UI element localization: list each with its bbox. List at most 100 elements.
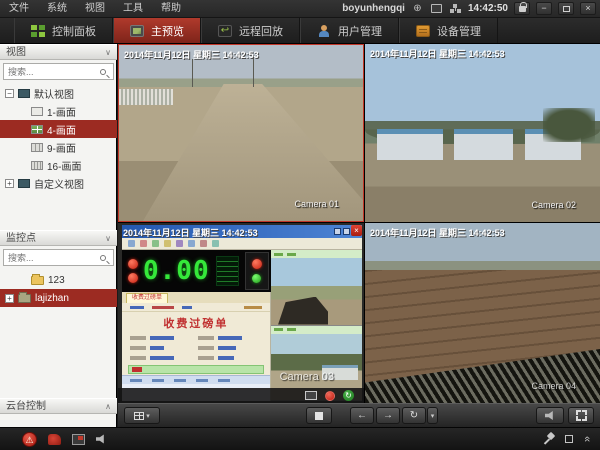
device-icon <box>416 25 430 37</box>
tree-item-16-screen[interactable]: 16-画面 <box>0 156 117 174</box>
stop-icon <box>315 412 323 420</box>
embedded-camera-top <box>271 250 362 326</box>
view-search[interactable] <box>3 63 114 80</box>
tab-control-panel[interactable]: 控制面板 <box>14 18 113 43</box>
record-icon[interactable] <box>325 391 335 401</box>
menubar: 文件 系统 视图 工具 帮助 boyunhengqi ⊕ 14:42:50 − … <box>0 0 600 18</box>
video-cell-camera01[interactable]: 2014年11月12日 星期三 14:42:53 Camera 01 <box>118 44 364 222</box>
camera-search-input[interactable] <box>4 253 100 263</box>
close-button[interactable]: × <box>580 2 596 15</box>
traffic-red-light <box>252 259 262 269</box>
expand-toggle[interactable]: + <box>5 294 14 303</box>
folder-icon <box>31 276 44 285</box>
cell-hover-toolbar: ↻ <box>118 388 364 403</box>
alarm-warning-icon[interactable]: ⚠ <box>22 432 37 447</box>
chevron-up-icon: ∧ <box>105 399 111 413</box>
menu-system[interactable]: 系统 <box>38 0 76 18</box>
screen-status-icon[interactable] <box>430 3 443 15</box>
panel-title: 云台控制 <box>6 399 46 413</box>
menu-file[interactable]: 文件 <box>0 0 38 18</box>
panel-title: 视图 <box>6 45 26 59</box>
auto-switch-caret[interactable]: ▾ <box>427 407 438 424</box>
next-page-button[interactable]: → <box>376 407 400 424</box>
restore-button[interactable] <box>558 2 574 15</box>
close-video-icon[interactable]: × <box>351 225 362 236</box>
menu-view[interactable]: 视图 <box>76 0 114 18</box>
pin-icon[interactable] <box>544 433 554 445</box>
tabbar: 控制面板 主预览 ↩ 远程回放 用户管理 设备管理 <box>0 18 600 44</box>
playback-icon: ↩ <box>218 25 232 37</box>
view-panel-header[interactable]: 视图 ∨ <box>0 44 117 60</box>
main-preview-icon <box>130 25 144 37</box>
video-cell-camera04[interactable]: 2014年11月12日 星期三 14:42:53 Camera 04 <box>365 223 600 403</box>
status-row <box>128 365 264 374</box>
ptz-panel-header[interactable]: 云台控制 ∧ <box>0 398 117 414</box>
collapse-toggle[interactable]: − <box>5 89 14 98</box>
traffic-green-light <box>252 274 261 283</box>
tab-label: 控制面板 <box>52 23 96 39</box>
expand-toggle[interactable]: + <box>5 179 14 188</box>
fullscreen-button[interactable] <box>568 407 594 424</box>
previous-page-button[interactable]: ← <box>350 407 374 424</box>
tree-label: 123 <box>48 275 65 286</box>
view-search-input[interactable] <box>4 67 100 77</box>
led-info-panel <box>216 256 239 286</box>
video-cell-camera02[interactable]: 2014年11月12日 星期三 14:42:53 Camera 02 <box>365 44 600 222</box>
tab-main-preview[interactable]: 主预览 <box>113 18 201 43</box>
search-icon[interactable] <box>100 255 106 261</box>
weight-value: 0.00 <box>143 252 210 290</box>
fullscreen-icon <box>576 410 587 421</box>
traffic-light <box>245 252 269 290</box>
tab-remote-playback[interactable]: ↩ 远程回放 <box>201 18 300 43</box>
tab-label: 远程回放 <box>239 23 283 39</box>
video-cell-camera03[interactable]: 0.00 收费过磅单 <box>118 223 364 403</box>
field-scene <box>365 223 600 403</box>
lock-button[interactable] <box>514 2 530 15</box>
folder-icon <box>18 294 31 303</box>
caret-down-icon: ▾ <box>146 412 150 420</box>
screen-layout-button[interactable]: ▾ <box>124 407 160 424</box>
tab-user-management[interactable]: 用户管理 <box>300 18 399 43</box>
system-clock: 14:42:50 <box>468 3 508 14</box>
tree-item-4-screen-selected[interactable]: 4-画面 <box>0 120 117 138</box>
tree-item-default-view[interactable]: − 默认视图 <box>0 84 117 102</box>
layout-9-icon <box>31 143 43 152</box>
minimize-button[interactable]: − <box>536 2 552 15</box>
tv-wall-icon[interactable] <box>72 434 85 445</box>
speaker-icon <box>545 411 555 421</box>
form-tab: 收费过磅单 <box>126 293 168 303</box>
auto-switch-button[interactable]: ↻ <box>402 407 426 424</box>
tree-item-9-screen[interactable]: 9-画面 <box>0 138 117 156</box>
alarm-event-icon[interactable] <box>48 434 61 445</box>
capture-icon[interactable] <box>305 391 317 400</box>
stop-all-button[interactable] <box>306 407 332 424</box>
camera-name-overlay: Camera 01 <box>294 199 339 209</box>
tree-label: lajizhan <box>35 293 69 304</box>
timestamp-overlay: 2014年11月12日 星期三 14:42:53 <box>370 47 505 60</box>
menu-tools[interactable]: 工具 <box>114 0 152 18</box>
collapse-panel-icon[interactable]: « <box>582 436 592 442</box>
audio-button[interactable] <box>536 407 564 424</box>
camera-name-overlay: Camera 02 <box>531 200 576 210</box>
panel-toggle-icon[interactable] <box>565 435 573 443</box>
tree-item-1-screen[interactable]: 1-画面 <box>0 102 117 120</box>
search-icon[interactable] <box>100 69 106 75</box>
ptz-icon[interactable]: ↻ <box>343 390 354 401</box>
globe-icon[interactable]: ⊕ <box>411 3 424 15</box>
tab-device-management[interactable]: 设备管理 <box>399 18 498 43</box>
menu-help[interactable]: 帮助 <box>152 0 190 18</box>
tree-item-custom-view[interactable]: + 自定义视图 <box>0 174 117 192</box>
view-group-icon <box>18 179 30 188</box>
video-grid: 2014年11月12日 星期三 14:42:53 Camera 01 2014年… <box>118 44 600 427</box>
chevron-down-icon: ∨ <box>105 45 111 59</box>
audio-alarm-icon[interactable] <box>96 434 106 444</box>
camera-search[interactable] <box>3 249 114 266</box>
tree-item-group-lajizhan[interactable]: + lajizhan <box>0 289 117 307</box>
red-indicator-light <box>128 259 138 269</box>
tab-label: 主预览 <box>151 23 184 39</box>
tree-item-group-123[interactable]: 123 <box>0 271 117 289</box>
camera-panel-header[interactable]: 监控点 ∨ <box>0 230 117 246</box>
network-status-icon[interactable] <box>449 3 462 15</box>
tree-label: 默认视图 <box>34 86 74 101</box>
caret-down-icon: ▾ <box>431 412 435 420</box>
